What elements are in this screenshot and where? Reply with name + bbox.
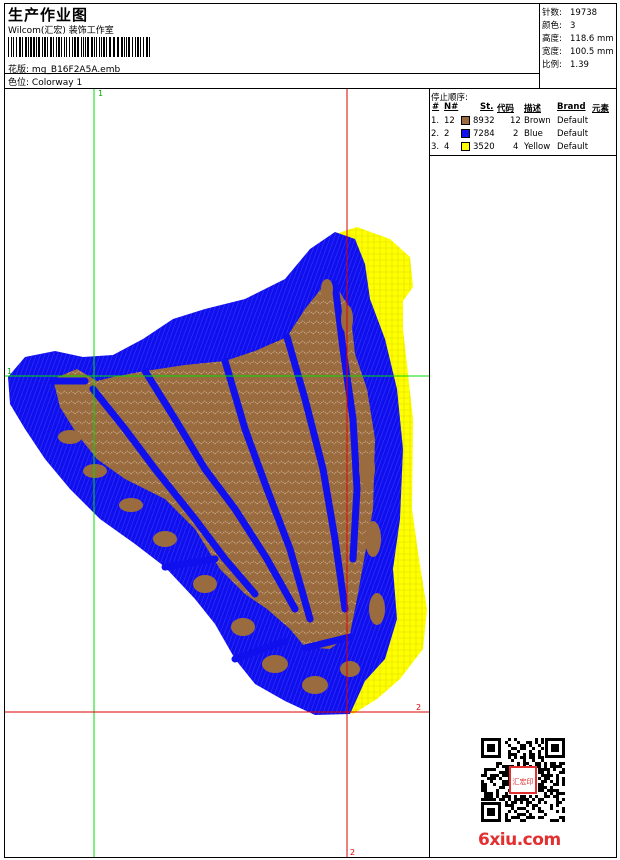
table-divider <box>430 155 616 156</box>
col-header-needle: N# <box>444 102 459 112</box>
stats-divider <box>539 3 540 89</box>
color-swatch-yellow <box>461 142 470 151</box>
embroidery-preview: 1 1 2 2 <box>5 89 429 857</box>
red-v-guide-label: 2 <box>350 848 355 857</box>
color-swatch-blue <box>461 129 470 138</box>
company-name: Wilcom(汇宏) 装饰工作室 <box>8 26 114 36</box>
design-label: 花版: <box>8 65 30 75</box>
stat-stitches: 针数: 19738 <box>542 8 598 18</box>
col-header-element: 元素 <box>592 104 610 114</box>
green-v-guide-label: 1 <box>98 89 103 98</box>
qr-seal-text: 汇宏印 <box>513 777 534 786</box>
stat-height: 高度: 118.6 mm <box>542 34 614 44</box>
qr-code-image: 汇宏印 <box>481 738 565 822</box>
colorway-label: 色位: <box>8 78 30 88</box>
design-value: mg_B16F2A5A.emb <box>31 65 121 75</box>
red-h-guide-label: 2 <box>416 703 421 712</box>
color-swatch-brown <box>461 116 470 125</box>
col-header-brand: Brand <box>557 102 586 112</box>
page-title: 生产作业图 <box>8 6 89 24</box>
col-header-stitches: St. <box>480 102 494 112</box>
col-header-desc: 描述 <box>524 104 542 114</box>
barcode-image <box>8 37 150 57</box>
design-file: 花版: mg_B16F2A5A.emb <box>8 62 120 75</box>
col-header-index: # <box>432 102 440 112</box>
colorway-value: Colorway 1 <box>31 78 83 88</box>
col-header-code: 代码 <box>497 104 515 114</box>
stat-width: 宽度: 100.5 mm <box>542 47 614 57</box>
stat-colors: 颜色: 3 <box>542 21 576 31</box>
stat-scale: 比例: 1.39 <box>542 60 589 70</box>
green-h-guide-label: 1 <box>7 367 12 376</box>
watermark-text: 6xiu.com <box>478 830 561 850</box>
colorway: 色位: Colorway 1 <box>8 75 82 88</box>
